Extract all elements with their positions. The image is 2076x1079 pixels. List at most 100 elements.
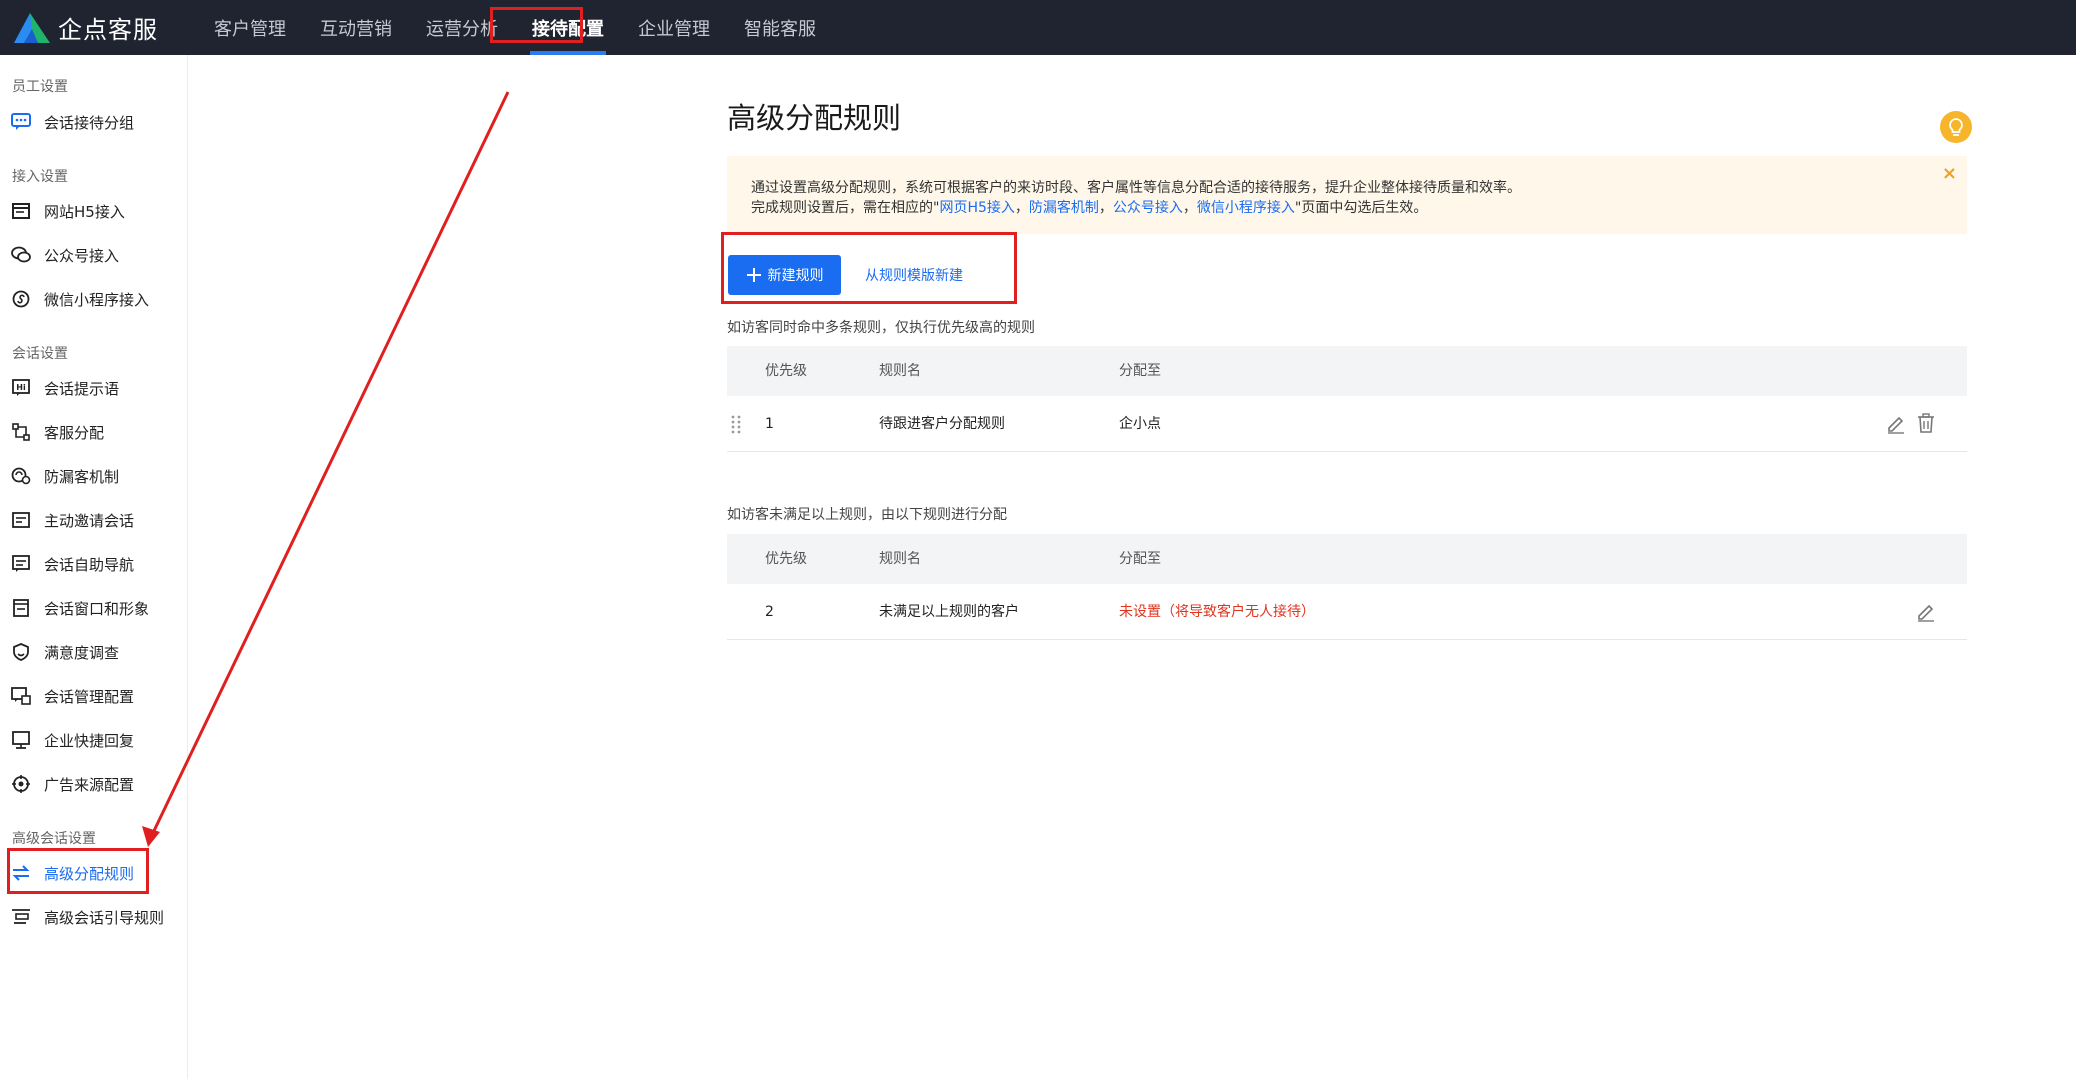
sidebar-item-label: 会话管理配置 xyxy=(44,687,135,706)
sidebar-group-session: 会话设置 xyxy=(12,346,68,362)
sidebar-item-ad-source[interactable]: 广告来源配置 xyxy=(10,768,180,800)
sidebar-item-label: 满意度调查 xyxy=(44,643,120,662)
sidebar-item-session-manage[interactable]: 会话管理配置 xyxy=(10,680,180,712)
miniprogram-icon xyxy=(10,288,32,310)
sidebar-item-session-hint[interactable]: Hi 会话提示语 xyxy=(10,372,180,404)
cell-priority: 2 xyxy=(765,604,774,620)
nav-interactive-marketing[interactable]: 互动营销 xyxy=(304,0,408,55)
window-icon xyxy=(10,597,32,619)
close-icon[interactable]: × xyxy=(1942,164,1957,184)
priority-tip: 如访客同时命中多条规则，仅执行优先级高的规则 xyxy=(727,320,1035,336)
sidebar-item-official-account[interactable]: 公众号接入 xyxy=(10,239,180,271)
link-web-h5[interactable]: 网页H5接入 xyxy=(939,200,1014,216)
sidebar-item-label: 微信小程序接入 xyxy=(44,290,150,309)
sidebar-item-label: 企业快捷回复 xyxy=(44,731,135,750)
sidebar-item-label: 网站H5接入 xyxy=(44,202,125,221)
sidebar-item-label: 会话提示语 xyxy=(44,379,120,398)
nav-smart-service[interactable]: 智能客服 xyxy=(728,0,832,55)
cell-assign-to-warning: 未设置（将导致客户无人接待） xyxy=(1119,604,1315,620)
table-row[interactable]: 1 待跟进客户分配规则 企小点 xyxy=(727,396,1967,452)
nav-icon xyxy=(10,553,32,575)
nav-enterprise-management[interactable]: 企业管理 xyxy=(622,0,726,55)
swap-icon xyxy=(10,862,32,884)
web-icon xyxy=(10,200,32,222)
page-title: 高级分配规则 xyxy=(727,101,902,135)
sidebar-item-miniprogram[interactable]: 微信小程序接入 xyxy=(10,283,180,315)
brand-name: 企点客服 xyxy=(58,16,158,44)
sidebar-item-label: 高级分配规则 xyxy=(44,864,135,883)
sidebar-item-label: 广告来源配置 xyxy=(44,775,135,794)
col-rule-name: 规则名 xyxy=(879,363,921,379)
col-assign-to: 分配至 xyxy=(1119,551,1161,567)
sidebar: 员工设置 会话接待分组 接入设置 网站H5接入 公众号接入 微信小程序接入 会话… xyxy=(0,55,188,1079)
sidebar-group-staff: 员工设置 xyxy=(12,79,68,95)
link-miniprogram[interactable]: 微信小程序接入 xyxy=(1197,200,1295,216)
sidebar-item-label: 公众号接入 xyxy=(44,246,120,265)
cell-priority: 1 xyxy=(765,416,774,432)
manage-icon xyxy=(10,685,32,707)
sidebar-item-chat-group[interactable]: 会话接待分组 xyxy=(10,106,180,138)
sidebar-item-quick-reply[interactable]: 企业快捷回复 xyxy=(10,724,180,756)
nav-customer-management[interactable]: 客户管理 xyxy=(198,0,302,55)
sidebar-item-label: 会话自助导航 xyxy=(44,555,135,574)
sidebar-item-anti-loss[interactable]: 防漏客机制 xyxy=(10,460,180,492)
lightbulb-icon[interactable] xyxy=(1940,111,1972,143)
sidebar-item-label: 高级会话引导规则 xyxy=(44,908,165,927)
edit-icon[interactable] xyxy=(1885,412,1907,434)
sidebar-item-label: 防漏客机制 xyxy=(44,467,120,486)
sidebar-item-label: 客服分配 xyxy=(44,423,105,442)
nav-operations-analysis[interactable]: 运营分析 xyxy=(410,0,514,55)
col-rule-name: 规则名 xyxy=(879,551,921,567)
nav-reception-config[interactable]: 接待配置 xyxy=(516,0,620,55)
main-nav: 客户管理 互动营销 运营分析 接待配置 企业管理 智能客服 xyxy=(198,0,834,55)
brand-logo-icon xyxy=(14,12,50,43)
sidebar-item-agent-assign[interactable]: 客服分配 xyxy=(10,416,180,448)
sidebar-item-invite[interactable]: 主动邀请会话 xyxy=(10,504,180,536)
table-row[interactable]: 2 未满足以上规则的客户 未设置（将导致客户无人接待） xyxy=(727,584,1967,640)
link-official-account[interactable]: 公众号接入 xyxy=(1113,200,1183,216)
sidebar-item-satisfaction[interactable]: 满意度调查 xyxy=(10,636,180,668)
info-notice: 通过设置高级分配规则，系统可根据客户的来访时段、客户属性等信息分配合适的接待服务… xyxy=(727,156,1967,234)
link-anti-loss[interactable]: 防漏客机制 xyxy=(1029,200,1099,216)
invite-icon xyxy=(10,509,32,531)
notice-line-2: 完成规则设置后，需在相应的"网页H5接入，防漏客机制，公众号接入，微信小程序接入… xyxy=(751,200,1428,216)
target-icon xyxy=(10,773,32,795)
sidebar-item-chat-window[interactable]: 会话窗口和形象 xyxy=(10,592,180,624)
drag-handle-icon[interactable] xyxy=(731,414,741,434)
brand[interactable]: 企点客服 xyxy=(12,0,198,55)
sidebar-item-advanced-assign[interactable]: 高级分配规则 xyxy=(10,857,180,889)
sidebar-item-web-h5[interactable]: 网站H5接入 xyxy=(10,195,180,227)
edit-icon[interactable] xyxy=(1915,600,1937,622)
chat-group-icon xyxy=(10,111,32,133)
badge-icon xyxy=(10,641,32,663)
col-priority: 优先级 xyxy=(765,551,807,567)
new-rule-label: 新建规则 xyxy=(767,268,824,284)
top-nav-bar: 企点客服 客户管理 互动营销 运营分析 接待配置 企业管理 智能客服 xyxy=(0,0,2076,55)
wechat-icon xyxy=(10,244,32,266)
sidebar-item-advanced-guide[interactable]: 高级会话引导规则 xyxy=(10,901,180,933)
sidebar-item-label: 主动邀请会话 xyxy=(44,511,135,530)
cell-assign-to: 企小点 xyxy=(1119,416,1161,432)
guard-icon xyxy=(10,465,32,487)
delete-icon[interactable] xyxy=(1915,412,1937,434)
plus-icon xyxy=(746,268,761,282)
sidebar-item-label: 会话接待分组 xyxy=(44,113,135,132)
new-from-template-link[interactable]: 从规则模版新建 xyxy=(865,265,963,285)
guide-icon xyxy=(10,906,32,928)
col-priority: 优先级 xyxy=(765,363,807,379)
sidebar-group-advanced: 高级会话设置 xyxy=(12,831,96,847)
col-assign-to: 分配至 xyxy=(1119,363,1161,379)
cell-rule-name: 未满足以上规则的客户 xyxy=(879,604,1019,620)
sidebar-item-self-nav[interactable]: 会话自助导航 xyxy=(10,548,180,580)
fallback-tip: 如访客未满足以上规则，由以下规则进行分配 xyxy=(727,507,1007,523)
route-icon xyxy=(10,421,32,443)
table1-header: 优先级 规则名 分配至 xyxy=(727,346,1967,396)
reply-icon xyxy=(10,729,32,751)
hi-icon: Hi xyxy=(10,377,32,399)
new-rule-button[interactable]: 新建规则 xyxy=(728,255,841,295)
table2-header: 优先级 规则名 分配至 xyxy=(727,534,1967,584)
notice-line-1: 通过设置高级分配规则，系统可根据客户的来访时段、客户属性等信息分配合适的接待服务… xyxy=(751,180,1521,196)
svg-text:Hi: Hi xyxy=(16,383,26,392)
sidebar-group-access: 接入设置 xyxy=(12,169,68,185)
cell-rule-name: 待跟进客户分配规则 xyxy=(879,416,1005,432)
